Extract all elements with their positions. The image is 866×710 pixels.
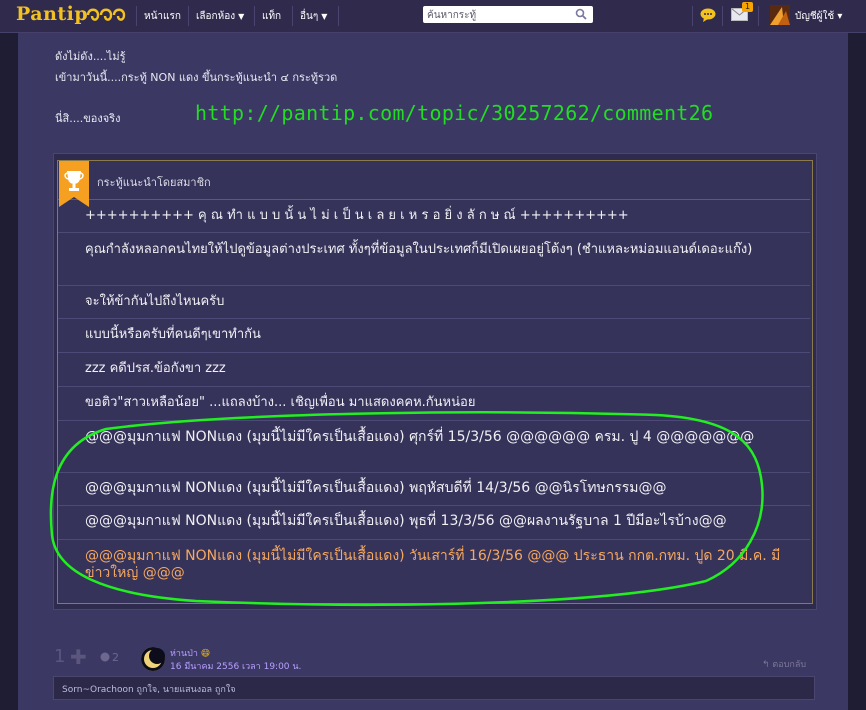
list-item[interactable]: @@@มุมกาแฟ NONแดง (มุมนี้ไม่มีใครเป็นเสื… bbox=[58, 420, 810, 473]
chat-icon[interactable] bbox=[700, 8, 716, 22]
search-input[interactable]: ค้นหากระทู้ bbox=[423, 6, 593, 23]
vote-count: 1 bbox=[54, 646, 66, 667]
nav-divider bbox=[692, 6, 693, 26]
likes-bar: Sorn~Orachoon ถูกใจ, นายแสนงอล ถูกใจ bbox=[53, 676, 815, 700]
nav-more[interactable]: อื่นๆ ▼ bbox=[300, 9, 327, 24]
post-line: เข้ามาวันนี้....กระทู้ NON แดง ขึ้นกระทู… bbox=[55, 71, 338, 84]
list-item[interactable]: zzz คดีปรส.ข้อกังขา zzz bbox=[58, 352, 810, 387]
nav-tags[interactable]: แท็ก bbox=[262, 9, 281, 24]
nav-divider bbox=[292, 6, 293, 26]
nav-divider bbox=[338, 6, 339, 26]
chevron-down-icon: ▼ bbox=[238, 12, 245, 21]
commenter-name[interactable]: ห่านป่า 😄 bbox=[170, 646, 210, 660]
nav-divider bbox=[758, 6, 759, 26]
nav-divider bbox=[722, 6, 723, 26]
smiley-icon: 😄 bbox=[200, 649, 211, 659]
account-menu[interactable]: บัญชีผู้ใช้ ▾ bbox=[795, 9, 842, 24]
nav-divider bbox=[254, 6, 255, 26]
top-navbar: Pantip หน้าแรก เลือกห้อง ▼ แท็ก อื่นๆ ▼ ค้… bbox=[0, 0, 866, 33]
recommended-link[interactable]: @@@มุมกาแฟ NONแดง (มุมนี้ไม่มีใครเป็นเสื… bbox=[85, 429, 785, 446]
recommended-link[interactable]: ++++++++++ คุ ณ ทำ แ บ บ นั้ น ไ ม่ เ ป็… bbox=[85, 207, 785, 224]
nav-divider bbox=[136, 6, 137, 26]
mail-badge: 1 bbox=[742, 2, 753, 12]
search-icon[interactable] bbox=[575, 8, 587, 20]
likes-text[interactable]: Sorn~Orachoon ถูกใจ, นายแสนงอล ถูกใจ bbox=[62, 682, 236, 696]
moon-avatar-icon bbox=[141, 647, 165, 671]
recommended-link[interactable]: zzz คดีปรส.ข้อกังขา zzz bbox=[85, 360, 785, 377]
list-item[interactable]: ขอติว"สาวเหลือน้อย" ...แถลงบ้าง... เชิญเ… bbox=[58, 386, 810, 421]
commenter-avatar[interactable] bbox=[141, 647, 165, 671]
list-item[interactable]: @@@มุมกาแฟ NONแดง (มุมนี้ไม่มีใครเป็นเสื… bbox=[58, 539, 810, 594]
chevron-down-icon: ▼ bbox=[321, 12, 328, 21]
topic-link[interactable]: http://pantip.com/topic/30257262/comment… bbox=[195, 101, 713, 125]
nav-select-room[interactable]: เลือกห้อง ▼ bbox=[196, 9, 244, 24]
avatar-image-icon bbox=[770, 5, 790, 25]
list-item[interactable]: @@@มุมกาแฟ NONแดง (มุมนี้ไม่มีใครเป็นเสื… bbox=[58, 472, 810, 506]
list-item[interactable]: ++++++++++ คุ ณ ทำ แ บ บ นั้ น ไ ม่ เ ป็… bbox=[58, 199, 810, 233]
plus-vote-icon[interactable]: ✚ bbox=[70, 645, 87, 669]
nav-divider bbox=[188, 6, 189, 26]
logo-mark-icon bbox=[86, 8, 126, 21]
emotion-count: 2 bbox=[112, 651, 119, 664]
recommended-link[interactable]: @@@มุมกาแฟ NONแดง (มุมนี้ไม่มีใครเป็นเสื… bbox=[85, 480, 785, 497]
comment-date: 16 มีนาคม 2556 เวลา 19:00 น. bbox=[170, 662, 302, 672]
recommended-link[interactable]: ขอติว"สาวเหลือน้อย" ...แถลงบ้าง... เชิญเ… bbox=[85, 394, 785, 411]
list-item[interactable]: แบบนี้หรือครับที่คนดีๆเขาทำกัน bbox=[58, 318, 810, 353]
recommended-link[interactable]: แบบนี้หรือครับที่คนดีๆเขาทำกัน bbox=[85, 326, 785, 343]
recommended-title: กระทู้แนะนำโดยสมาชิก bbox=[97, 176, 211, 189]
list-item[interactable]: @@@มุมกาแฟ NONแดง (มุมนี้ไม่มีใครเป็นเสื… bbox=[58, 505, 810, 540]
post-line: ดังไม่ดัง....ไม่รู้ bbox=[55, 50, 126, 63]
nav-home[interactable]: หน้าแรก bbox=[144, 9, 181, 24]
emotion-icon[interactable] bbox=[100, 652, 110, 662]
post-line: นี่สิ....ของจริง bbox=[55, 112, 121, 125]
pantip-logo[interactable]: Pantip bbox=[16, 3, 88, 25]
recommended-link[interactable]: คุณกำลังหลอกคนไทยให้ไปดูข้อมูลต่างประเทศ… bbox=[85, 241, 785, 258]
reply-button[interactable]: ↰ ตอบกลับ bbox=[762, 657, 806, 671]
recommended-link[interactable]: @@@มุมกาแฟ NONแดง (มุมนี้ไม่มีใครเป็นเสื… bbox=[85, 513, 785, 530]
list-item[interactable]: คุณกำลังหลอกคนไทยให้ไปดูข้อมูลต่างประเทศ… bbox=[58, 232, 810, 286]
recommended-link-visited[interactable]: @@@มุมกาแฟ NONแดง (มุมนี้ไม่มีใครเป็นเสื… bbox=[85, 548, 785, 582]
list-item[interactable]: จะให้ข้ากันไปถึงไหนครับ bbox=[58, 285, 810, 319]
avatar[interactable] bbox=[770, 5, 790, 25]
recommended-link[interactable]: จะให้ข้ากันไปถึงไหนครับ bbox=[85, 293, 785, 310]
search-placeholder: ค้นหากระทู้ bbox=[427, 10, 477, 21]
reply-arrow-icon: ↰ bbox=[762, 660, 773, 670]
